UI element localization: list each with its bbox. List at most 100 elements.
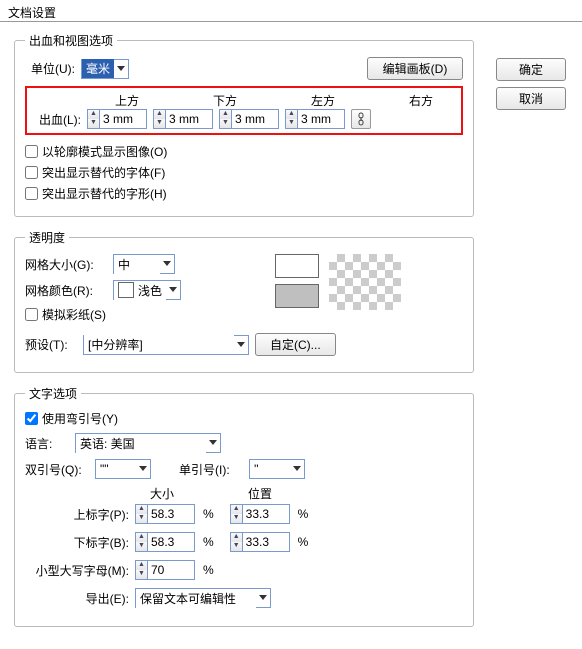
chevron-down-icon bbox=[114, 66, 128, 72]
link-icon bbox=[356, 112, 366, 126]
bleed-hdr-left: 左方 bbox=[293, 92, 353, 109]
spin-up-icon[interactable]: ▲ bbox=[136, 533, 147, 542]
export-label: 导出(E): bbox=[25, 590, 129, 607]
subscript-size-input[interactable] bbox=[148, 533, 194, 551]
single-quotes-value: '' bbox=[250, 461, 290, 477]
export-select[interactable]: 保留文本可编辑性 bbox=[135, 588, 271, 608]
spin-up-icon[interactable]: ▲ bbox=[231, 533, 242, 542]
superscript-size-input[interactable] bbox=[148, 505, 194, 523]
percent-symbol: % bbox=[203, 535, 214, 549]
spin-down-icon[interactable]: ▼ bbox=[154, 119, 165, 128]
bleed-hdr-top: 上方 bbox=[97, 92, 157, 109]
smallcaps-input[interactable] bbox=[148, 561, 194, 579]
spin-up-icon[interactable]: ▲ bbox=[286, 110, 297, 119]
language-label: 语言: bbox=[25, 435, 69, 452]
spin-down-icon[interactable]: ▼ bbox=[88, 119, 99, 128]
substitute-glyphs-checkbox[interactable]: 突出显示替代的字形(H) bbox=[25, 185, 463, 202]
percent-symbol: % bbox=[203, 507, 214, 521]
bleed-left-spinner[interactable]: ▲▼ bbox=[219, 109, 279, 129]
spin-up-icon[interactable]: ▲ bbox=[136, 505, 147, 514]
gray-swatch[interactable] bbox=[275, 284, 319, 308]
grid-color-value: 浅色 bbox=[138, 282, 162, 299]
grid-color-label: 网格颜色(R): bbox=[25, 282, 107, 299]
bleed-view-fieldset: 出血和视图选项 单位(U): 毫米 编辑画板(D) 上方 下方 左方 右方 出血… bbox=[14, 32, 474, 217]
grid-color-select[interactable]: 浅色 bbox=[113, 280, 181, 300]
subscript-pos-input[interactable] bbox=[243, 533, 289, 551]
bleed-view-legend: 出血和视图选项 bbox=[25, 32, 117, 49]
preset-label: 预设(T): bbox=[25, 336, 77, 353]
unit-label: 单位(U): bbox=[25, 60, 75, 77]
double-quotes-select[interactable]: "" bbox=[95, 459, 151, 479]
smallcaps-spinner[interactable]: ▲▼ bbox=[135, 560, 195, 580]
double-quotes-label: 双引号(Q): bbox=[25, 461, 89, 478]
subscript-size-spinner[interactable]: ▲▼ bbox=[135, 532, 195, 552]
double-quotes-value: "" bbox=[96, 461, 136, 477]
grid-size-select[interactable]: 中 bbox=[113, 254, 175, 274]
spin-down-icon[interactable]: ▼ bbox=[136, 514, 147, 523]
chevron-down-icon bbox=[206, 440, 220, 446]
ok-button[interactable]: 确定 bbox=[496, 58, 566, 81]
bleed-top-spinner[interactable]: ▲▼ bbox=[87, 109, 147, 129]
bleed-right-input[interactable] bbox=[298, 110, 344, 128]
spin-down-icon[interactable]: ▼ bbox=[286, 119, 297, 128]
single-quotes-label: 单引号(I): bbox=[179, 461, 243, 478]
outline-mode-checkbox[interactable]: 以轮廓模式显示图像(O) bbox=[25, 143, 463, 160]
superscript-size-spinner[interactable]: ▲▼ bbox=[135, 504, 195, 524]
unit-select[interactable]: 毫米 bbox=[81, 59, 129, 79]
cancel-button[interactable]: 取消 bbox=[496, 87, 566, 110]
single-quotes-select[interactable]: '' bbox=[249, 459, 305, 479]
bleed-label: 出血(L): bbox=[33, 111, 81, 128]
size-header: 大小 bbox=[135, 485, 189, 502]
white-swatch[interactable] bbox=[275, 254, 319, 278]
bleed-bottom-input[interactable] bbox=[166, 110, 212, 128]
spin-down-icon[interactable]: ▼ bbox=[136, 542, 147, 551]
percent-symbol: % bbox=[298, 507, 309, 521]
spin-up-icon[interactable]: ▲ bbox=[136, 561, 147, 570]
chevron-down-icon bbox=[136, 466, 150, 472]
subscript-pos-spinner[interactable]: ▲▼ bbox=[230, 532, 290, 552]
chevron-down-icon bbox=[166, 287, 180, 293]
type-options-legend: 文字选项 bbox=[25, 385, 81, 402]
transparency-fieldset: 透明度 网格大小(G): 中 网格颜色(R): 浅色 bbox=[14, 229, 474, 373]
edit-artboards-button[interactable]: 编辑画板(D) bbox=[367, 57, 463, 80]
preset-select[interactable]: [中分辨率] bbox=[83, 335, 249, 355]
bleed-top-input[interactable] bbox=[100, 110, 146, 128]
substitute-fonts-checkbox[interactable]: 突出显示替代的字体(F) bbox=[25, 164, 463, 181]
spin-down-icon[interactable]: ▼ bbox=[231, 514, 242, 523]
percent-symbol: % bbox=[298, 535, 309, 549]
dialog-title: 文档设置 bbox=[8, 6, 56, 20]
grid-color-swatch bbox=[118, 282, 134, 298]
export-value: 保留文本可编辑性 bbox=[136, 589, 256, 608]
superscript-label: 上标字(P): bbox=[25, 506, 129, 523]
curly-quotes-checkbox[interactable]: 使用弯引号(Y) bbox=[25, 410, 463, 427]
bleed-highlight-box: 上方 下方 左方 右方 出血(L): ▲▼ ▲▼ ▲▼ bbox=[25, 86, 463, 135]
preset-value: [中分辨率] bbox=[84, 335, 234, 354]
position-header: 位置 bbox=[233, 485, 287, 502]
link-values-button[interactable] bbox=[351, 109, 371, 129]
bleed-left-input[interactable] bbox=[232, 110, 278, 128]
chevron-down-icon bbox=[290, 466, 304, 472]
grid-size-value: 中 bbox=[114, 255, 160, 274]
chevron-down-icon bbox=[160, 261, 174, 267]
percent-symbol: % bbox=[203, 563, 214, 577]
custom-preset-button[interactable]: 自定(C)... bbox=[255, 333, 336, 356]
spin-down-icon[interactable]: ▼ bbox=[231, 542, 242, 551]
subscript-label: 下标字(B): bbox=[25, 534, 129, 551]
language-value: 英语: 美国 bbox=[76, 434, 206, 453]
bleed-bottom-spinner[interactable]: ▲▼ bbox=[153, 109, 213, 129]
spin-up-icon[interactable]: ▲ bbox=[220, 110, 231, 119]
transparency-preview bbox=[329, 254, 401, 310]
grid-size-label: 网格大小(G): bbox=[25, 256, 107, 273]
spin-down-icon[interactable]: ▼ bbox=[220, 119, 231, 128]
superscript-pos-input[interactable] bbox=[243, 505, 289, 523]
spin-up-icon[interactable]: ▲ bbox=[88, 110, 99, 119]
bleed-right-spinner[interactable]: ▲▼ bbox=[285, 109, 345, 129]
superscript-pos-spinner[interactable]: ▲▼ bbox=[230, 504, 290, 524]
language-select[interactable]: 英语: 美国 bbox=[75, 433, 221, 453]
spin-down-icon[interactable]: ▼ bbox=[136, 570, 147, 579]
smallcaps-label: 小型大写字母(M): bbox=[25, 562, 129, 579]
type-options-fieldset: 文字选项 使用弯引号(Y) 语言: 英语: 美国 双引号(Q): "" 单引号(… bbox=[14, 385, 474, 627]
simulate-paper-checkbox[interactable]: 模拟彩纸(S) bbox=[25, 306, 181, 323]
spin-up-icon[interactable]: ▲ bbox=[231, 505, 242, 514]
spin-up-icon[interactable]: ▲ bbox=[154, 110, 165, 119]
